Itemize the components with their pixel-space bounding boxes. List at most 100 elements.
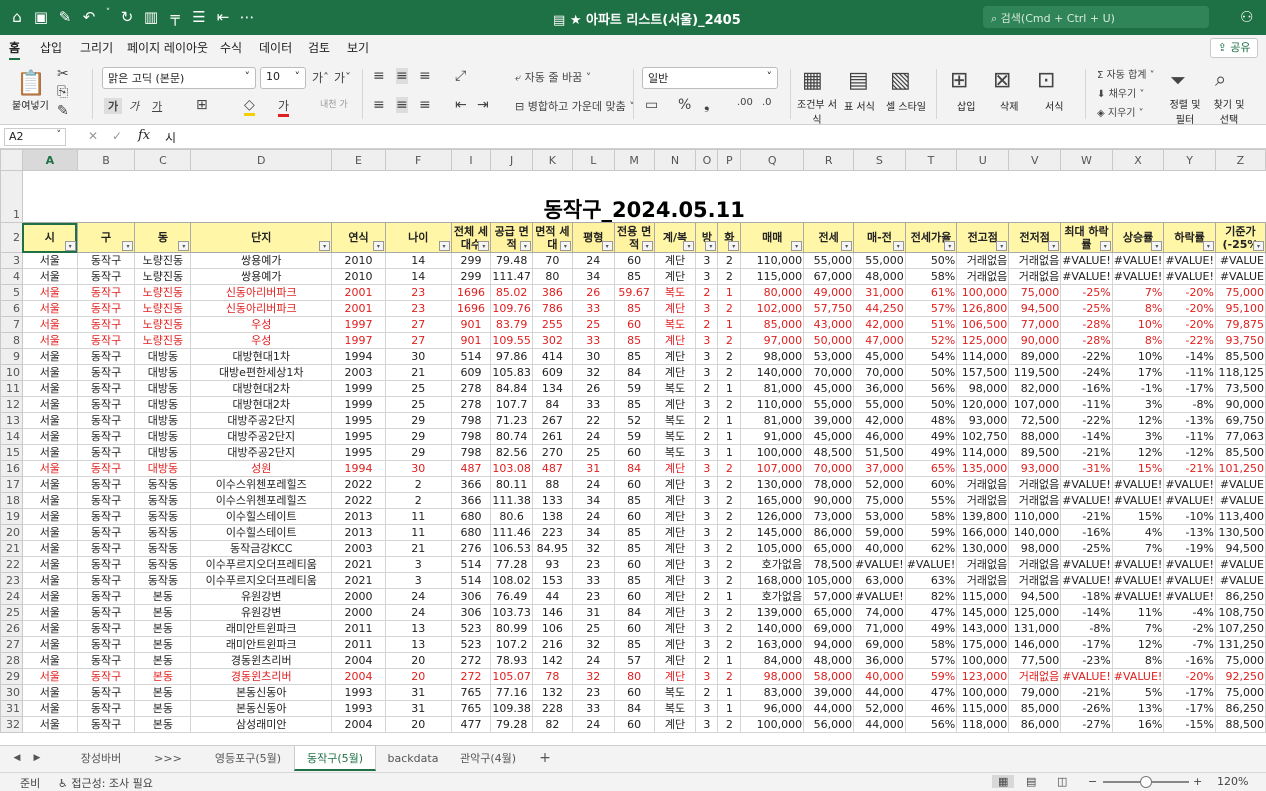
cell[interactable]: -11% [1163, 364, 1216, 381]
cell[interactable]: 신동아리버파크 [190, 284, 333, 301]
cell[interactable]: 115,000 [956, 588, 1010, 605]
format-cells-icon[interactable]: ⊡ [1037, 68, 1055, 93]
cell[interactable]: 2001 [331, 300, 386, 317]
cell[interactable]: 106,500 [956, 316, 1010, 333]
filter-dropdown-icon[interactable]: ▾ [178, 241, 190, 251]
worksheet-grid[interactable]: ABCDEFIJKLMNOPQRSTUVWXYZ 1 동작구_2024.05.1… [0, 149, 1266, 745]
cell[interactable]: 3 [695, 620, 719, 637]
cell[interactable]: 47% [904, 604, 958, 621]
cell[interactable]: #VALUE! [1060, 252, 1113, 269]
cell[interactable]: 85 [613, 540, 655, 557]
cell[interactable]: 계단 [653, 636, 697, 653]
cell[interactable]: 2 [695, 428, 719, 445]
cell[interactable]: #VALUE! [904, 556, 958, 573]
cell[interactable]: 140,000 [740, 364, 805, 381]
cell[interactable]: 2 [695, 652, 719, 669]
cell[interactable]: 3 [695, 492, 719, 509]
cell[interactable]: 우성 [190, 332, 333, 349]
cell[interactable]: 32 [571, 540, 615, 557]
accessibility-status[interactable]: ♿ 접근성: 조사 필요 [58, 775, 153, 791]
cell[interactable]: 3 [695, 636, 719, 653]
cell[interactable]: 서울 [21, 588, 78, 605]
cell[interactable]: #VALUE! [1163, 572, 1216, 589]
cell[interactable]: 대방현대2차 [190, 396, 333, 413]
cell[interactable]: 69,750 [1214, 412, 1266, 429]
cell[interactable]: 34 [571, 268, 615, 285]
filter-dropdown-icon[interactable]: ▾ [478, 241, 490, 251]
cell[interactable]: 24 [571, 652, 615, 669]
cell[interactable]: 동작동 [134, 540, 192, 557]
cell[interactable]: 139,800 [956, 508, 1010, 525]
cell[interactable]: 73,500 [1214, 380, 1266, 397]
cell[interactable]: 88,500 [1214, 716, 1266, 733]
cell[interactable]: 3 [695, 540, 719, 557]
tab-insert[interactable]: 삽입 [40, 39, 62, 56]
cell[interactable]: 132 [531, 684, 573, 701]
cell[interactable]: 계단 [653, 252, 697, 269]
cell[interactable]: 85,000 [1008, 700, 1062, 717]
cell[interactable]: 14 [384, 268, 452, 285]
row-header[interactable]: 3 [0, 252, 23, 269]
filter-dropdown-icon[interactable]: ▾ [996, 241, 1008, 251]
cell[interactable]: 175,000 [956, 636, 1010, 653]
filter-dropdown-icon[interactable]: ▾ [641, 241, 653, 251]
column-header-y[interactable]: Y [1163, 149, 1216, 171]
cell[interactable]: 계단 [653, 460, 697, 477]
outline-icon[interactable]: ⇤ [214, 8, 232, 26]
percent-icon[interactable]: % [678, 97, 691, 113]
cell[interactable]: 삼성래미안 [190, 716, 333, 733]
insert-cells-icon[interactable]: ⊞ [950, 68, 968, 93]
row-header[interactable]: 29 [0, 668, 23, 685]
cell[interactable]: 대방e편한세상1차 [190, 364, 333, 381]
cell[interactable]: 8% [1111, 300, 1165, 317]
cell[interactable]: #VALUE! [1060, 668, 1113, 685]
cell[interactable]: -25% [1060, 300, 1113, 317]
cell[interactable]: 93,000 [956, 412, 1010, 429]
cell[interactable]: 901 [450, 316, 492, 333]
cell[interactable]: 2 [384, 492, 452, 509]
cell[interactable]: 523 [450, 636, 492, 653]
cell[interactable]: 동작구 [76, 572, 136, 589]
header-cell[interactable]: 하락률 ▾ [1163, 222, 1216, 253]
cell[interactable]: 46% [904, 700, 958, 717]
cell[interactable]: 노량진동 [134, 252, 192, 269]
cell[interactable]: 85 [613, 348, 655, 365]
cell[interactable]: #VALUE! [1060, 268, 1113, 285]
cell[interactable]: 63% [904, 572, 958, 589]
cell[interactable]: 대방주공2단지 [190, 428, 333, 445]
cell[interactable]: 609 [450, 364, 492, 381]
normal-view-icon[interactable]: ▦ [992, 775, 1015, 788]
cell[interactable]: 24 [571, 508, 615, 525]
cell[interactable]: 2021 [331, 572, 386, 589]
cell[interactable]: 83,000 [740, 684, 805, 701]
cell[interactable]: 94,500 [1008, 300, 1062, 317]
cell[interactable]: 94,500 [1214, 540, 1266, 557]
cell[interactable]: -21% [1060, 684, 1113, 701]
bold-button[interactable]: 가 [104, 98, 122, 114]
cell[interactable]: 5% [1111, 684, 1165, 701]
cell[interactable]: -25% [1060, 284, 1113, 301]
cell[interactable]: 765 [450, 684, 492, 701]
row-header[interactable]: 4 [0, 268, 23, 285]
cell[interactable]: -12% [1163, 444, 1216, 461]
cell[interactable]: -25% [1060, 540, 1113, 557]
cell[interactable]: 거래없음 [1008, 252, 1062, 269]
cell[interactable]: 50% [904, 364, 958, 381]
cell[interactable]: 1999 [331, 396, 386, 413]
sheet-tab-yeongdeungpo[interactable]: 영등포구(5월) [204, 746, 292, 771]
cell[interactable]: 44,000 [853, 684, 906, 701]
cell[interactable]: 복도 [653, 684, 697, 701]
cell[interactable]: 84.84 [490, 380, 533, 397]
autosum-button[interactable]: Σ 자동 합계 ˅ [1097, 66, 1155, 81]
cell[interactable]: 25 [571, 444, 615, 461]
cell[interactable]: 49% [904, 444, 958, 461]
cell[interactable]: 131,250 [1214, 636, 1266, 653]
cell[interactable]: 29 [384, 412, 452, 429]
cell[interactable]: 동작구 [76, 540, 136, 557]
align-left-icon[interactable]: ≡ [373, 97, 385, 113]
tab-review[interactable]: 검토 [308, 39, 330, 56]
cell[interactable]: 7% [1111, 620, 1165, 637]
decrease-decimal-icon[interactable]: .0 [762, 97, 772, 108]
cell[interactable]: 115,000 [740, 268, 805, 285]
cell[interactable]: 25 [571, 620, 615, 637]
